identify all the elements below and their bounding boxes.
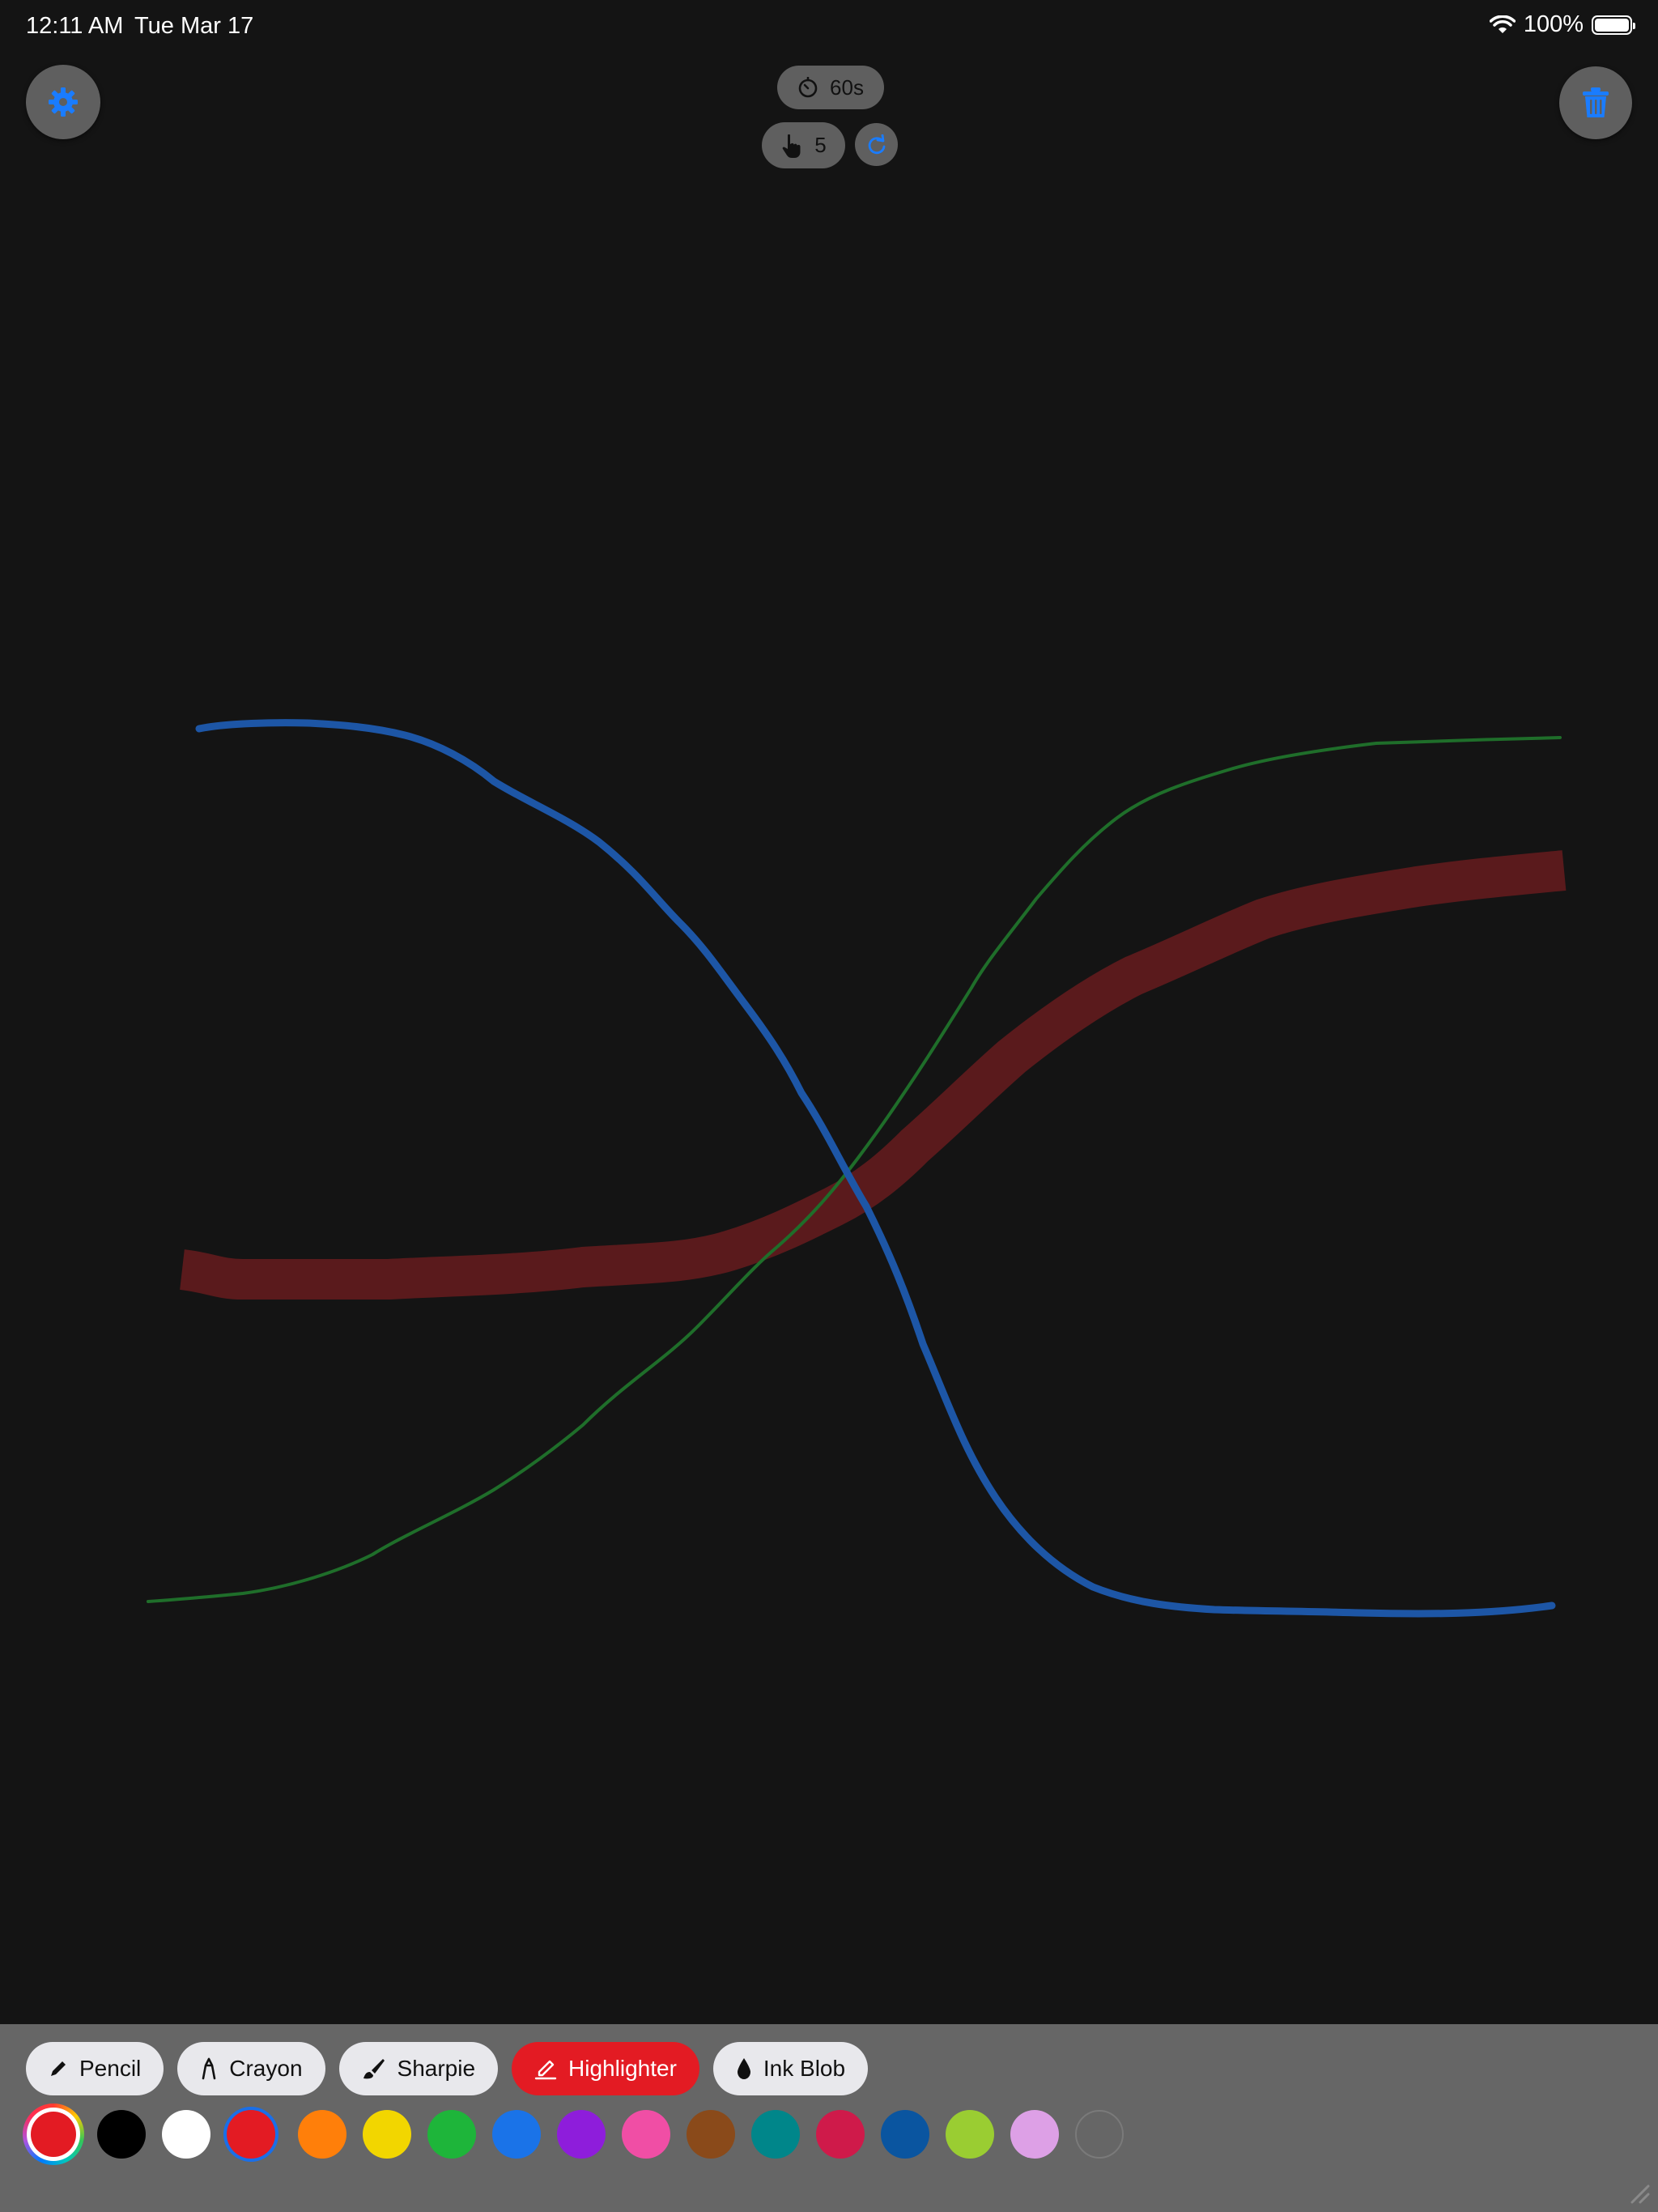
pencil-icon [51,2061,66,2076]
battery-icon [1592,15,1635,35]
reset-icon [868,134,885,154]
touch-count: 5 [814,133,827,157]
timer-icon [798,77,818,98]
hand-pointer-icon [782,134,801,158]
resize-grabber-icon [1630,2184,1650,2204]
color-palette [23,2102,1156,2167]
current-color [31,2112,76,2157]
color-swatch-purple[interactable] [557,2110,606,2159]
pencil-stroke [147,736,1562,1603]
tool-highlighter-label: Highlighter [568,2056,677,2081]
color-swatch-crimson[interactable] [816,2110,865,2159]
status-time: 12:11 AM [26,13,124,39]
tool-pencil-label: Pencil [79,2056,142,2081]
marker-icon [363,2059,385,2079]
color-swatch-blue[interactable] [492,2110,541,2159]
timer-label: 60s [830,74,864,100]
color-swatch-empty[interactable] [1075,2110,1124,2159]
color-swatch-yellow[interactable] [363,2110,411,2159]
color-swatch-red[interactable] [227,2110,275,2159]
reset-button[interactable] [855,123,898,166]
trash-icon [1583,87,1609,117]
color-swatch-lavender[interactable] [1010,2110,1059,2159]
battery-percent: 100% [1523,11,1584,37]
highlighter-icon [534,2060,557,2080]
color-swatch-white[interactable] [162,2110,210,2159]
drawing-canvas[interactable] [0,178,1658,2024]
tool-selector: Pencil Crayon Sharpie Highlighter Ink Bl… [26,2042,869,2095]
color-swatch-pink[interactable] [622,2110,670,2159]
color-picker-button[interactable] [23,2104,84,2165]
color-swatch-green[interactable] [427,2110,476,2159]
tool-ink-blob-label: Ink Blob [763,2056,846,2081]
settings-button[interactable] [26,65,100,139]
color-swatch-lime[interactable] [946,2110,994,2159]
crayon-icon [202,2057,216,2080]
wifi-icon [1489,15,1516,33]
tool-crayon-label: Crayon [229,2056,303,2081]
status-bar: 12:11 AM Tue Mar 17 100% [0,0,1658,52]
ink-drop-icon [737,2058,750,2079]
tool-sharpie-label: Sharpie [397,2056,476,2081]
clear-canvas-button[interactable] [1559,66,1632,139]
bottom-toolbar: Pencil Crayon Sharpie Highlighter Ink Bl… [0,2024,1658,2212]
gear-icon [49,87,78,117]
color-swatch-brown[interactable] [687,2110,735,2159]
tool-pencil[interactable]: Pencil [26,2042,164,2095]
tool-sharpie[interactable]: Sharpie [338,2042,499,2095]
color-swatch-black[interactable] [97,2110,146,2159]
color-swatch-navy[interactable] [881,2110,929,2159]
touch-count-pill[interactable]: 5 [762,122,845,168]
color-swatch-orange[interactable] [298,2110,346,2159]
status-indicators: 100% [1489,11,1635,38]
tool-highlighter[interactable]: Highlighter [512,2042,699,2095]
tool-ink-blob[interactable]: Ink Blob [712,2042,869,2095]
status-date: Tue Mar 17 [134,13,254,39]
color-swatch-teal[interactable] [751,2110,800,2159]
timer-pill[interactable]: 60s [777,66,884,109]
tool-crayon[interactable]: Crayon [177,2042,325,2095]
